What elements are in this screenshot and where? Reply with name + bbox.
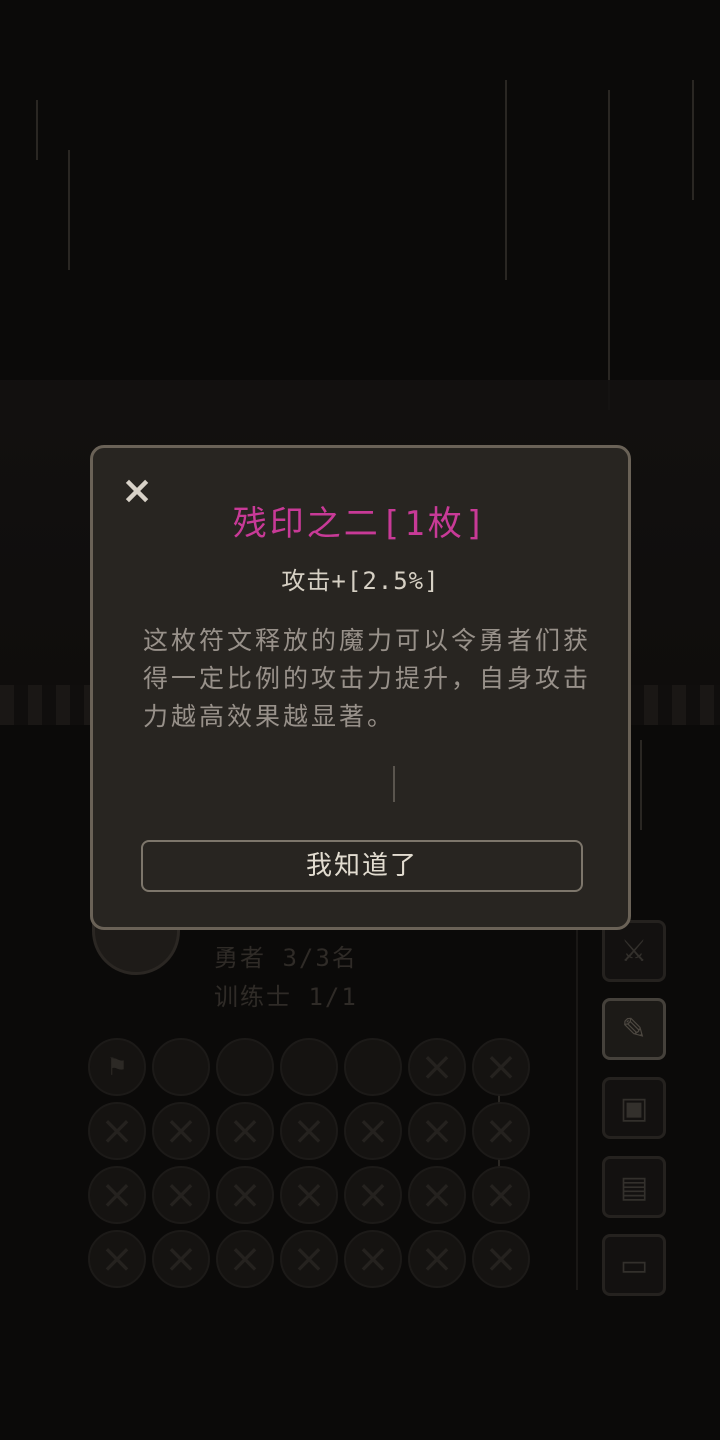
sword-icon: ⚔ bbox=[620, 933, 648, 969]
trainer-count: 训练士 1/1 bbox=[214, 983, 358, 1011]
rune-slot-locked[interactable]: × bbox=[152, 1166, 210, 1224]
rune-slot-locked[interactable]: × bbox=[88, 1166, 146, 1224]
rune-slot-empty[interactable]: × bbox=[344, 1038, 402, 1096]
rain-streak bbox=[640, 740, 642, 830]
rune-slot-locked[interactable]: × bbox=[344, 1230, 402, 1288]
rune-slot-locked[interactable]: × bbox=[152, 1102, 210, 1160]
rune-description: 这枚符文释放的魔力可以令勇者们获得一定比例的攻击力提升，自身攻击力越高效果越显著… bbox=[143, 626, 592, 731]
document-icon: ▤ bbox=[619, 1169, 649, 1205]
rune-slot-locked[interactable]: × bbox=[408, 1230, 466, 1288]
rain-streak bbox=[36, 100, 38, 160]
rune-slot-locked[interactable]: × bbox=[216, 1230, 274, 1288]
rune-slot-locked[interactable]: × bbox=[472, 1038, 530, 1096]
computer-icon: ▭ bbox=[619, 1247, 649, 1283]
panel-divider bbox=[576, 930, 578, 1290]
rune-slot-locked[interactable]: × bbox=[280, 1230, 338, 1288]
document-button[interactable]: ▤ bbox=[602, 1156, 666, 1218]
rune-title: 残印之二[1枚] bbox=[232, 504, 489, 544]
rain-streak bbox=[692, 80, 694, 200]
scroll-icon: ✎ bbox=[621, 1011, 647, 1047]
rune-slot-locked[interactable]: × bbox=[88, 1102, 146, 1160]
rain-streak bbox=[505, 80, 507, 280]
rune-stat-bonus: 攻击+[2.5%] bbox=[281, 567, 440, 595]
rune-slot-locked[interactable]: × bbox=[472, 1166, 530, 1224]
rain-streak bbox=[608, 90, 610, 410]
rune-slot-locked[interactable]: × bbox=[472, 1230, 530, 1288]
heroes-count: 勇者 3/3名 bbox=[214, 944, 358, 972]
rune-slot-empty[interactable]: × bbox=[152, 1038, 210, 1096]
rune-slot-filled[interactable]: ⚑ bbox=[88, 1038, 146, 1096]
rune-slot-locked[interactable]: × bbox=[408, 1166, 466, 1224]
rune-slot-locked[interactable]: × bbox=[408, 1038, 466, 1096]
rune-slot-locked[interactable]: × bbox=[280, 1166, 338, 1224]
rune-slot-grid: ⚑ × × × × × × × × × × × × × × × × × × × … bbox=[88, 1038, 536, 1294]
scroll-button[interactable]: ✎ bbox=[602, 998, 666, 1060]
rune-slot-locked[interactable]: × bbox=[472, 1102, 530, 1160]
computer-button[interactable]: ▭ bbox=[602, 1234, 666, 1296]
text-cursor bbox=[393, 766, 395, 802]
rune-slot-locked[interactable]: × bbox=[152, 1230, 210, 1288]
map-icon: ▣ bbox=[619, 1090, 649, 1126]
map-button[interactable]: ▣ bbox=[602, 1077, 666, 1139]
rune-slot-locked[interactable]: × bbox=[344, 1166, 402, 1224]
rune-slot-locked[interactable]: × bbox=[216, 1166, 274, 1224]
rune-slot-locked[interactable]: × bbox=[408, 1102, 466, 1160]
rune-slot-locked[interactable]: × bbox=[216, 1102, 274, 1160]
rune-slot-locked[interactable]: × bbox=[280, 1102, 338, 1160]
rune-slot-empty[interactable]: × bbox=[216, 1038, 274, 1096]
rune-slot-locked[interactable]: × bbox=[344, 1102, 402, 1160]
confirm-button[interactable]: 我知道了 bbox=[141, 840, 583, 892]
rune-slot-empty[interactable]: × bbox=[280, 1038, 338, 1096]
rune-info-dialog: × 残印之二[1枚] 攻击+[2.5%] 这枚符文释放的魔力可以令勇者们获得一定… bbox=[90, 445, 631, 930]
rune-slot-locked[interactable]: × bbox=[88, 1230, 146, 1288]
rain-streak bbox=[68, 150, 70, 270]
